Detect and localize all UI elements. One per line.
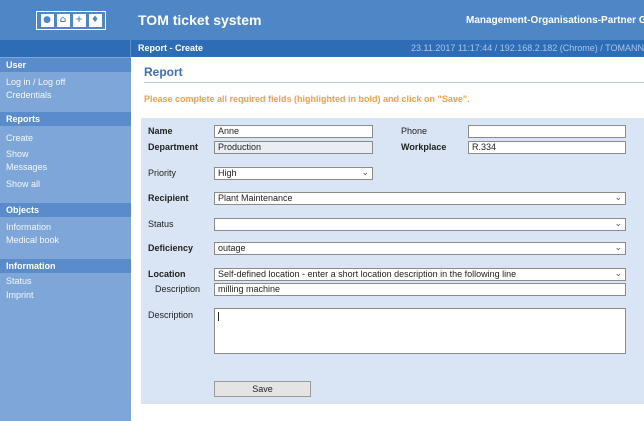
- required-fields-hint: Please complete all required fields (hig…: [144, 94, 470, 104]
- app-window: ● ⌂ + ♦ TOM ticket system Management-Org…: [0, 0, 644, 421]
- sub-bar: Report - Create 23.11.2017 11:17:44 / 19…: [0, 40, 644, 57]
- sidebar: User Log in / Log off Credentials Report…: [0, 57, 131, 421]
- sidebar-item-medical-book[interactable]: Medical book: [6, 235, 59, 245]
- app-title: TOM ticket system: [138, 12, 262, 28]
- location-value: Self-defined location - enter a short lo…: [218, 269, 517, 279]
- sidebar-item-messages[interactable]: Messages: [6, 162, 47, 172]
- page-title: Report: [144, 65, 183, 79]
- chevron-down-icon: ⌄: [614, 269, 622, 279]
- sidebar-item-credentials[interactable]: Credentials: [6, 90, 52, 100]
- department-label: Department: [148, 142, 199, 152]
- header-bar: ● ⌂ + ♦ TOM ticket system Management-Org…: [0, 0, 644, 40]
- status-label: Status: [148, 219, 174, 229]
- priority-select[interactable]: High ⌄: [214, 167, 373, 180]
- priority-label: Priority: [148, 168, 177, 178]
- lightbulb-icon[interactable]: ♦: [88, 14, 102, 27]
- location-description-field[interactable]: milling machine: [214, 283, 626, 296]
- deficiency-value: outage: [218, 243, 246, 253]
- status-select[interactable]: ⌄: [214, 218, 626, 231]
- sidebar-item-create[interactable]: Create: [6, 133, 33, 143]
- workplace-field[interactable]: R.334: [468, 141, 626, 154]
- priority-value: High: [218, 168, 237, 178]
- breadcrumb: Report - Create: [138, 43, 204, 53]
- plus-icon[interactable]: +: [72, 14, 86, 27]
- sidebar-item-show[interactable]: Show: [6, 149, 29, 159]
- name-field[interactable]: Anne: [214, 125, 373, 138]
- location-select[interactable]: Self-defined location - enter a short lo…: [214, 268, 626, 281]
- deficiency-label: Deficiency: [148, 243, 194, 253]
- location-description-label: Description: [155, 284, 201, 294]
- location-label: Location: [148, 269, 186, 279]
- report-form: [141, 118, 644, 404]
- sidebar-item-show-all[interactable]: Show all: [6, 179, 40, 189]
- phone-label: Phone: [401, 126, 428, 136]
- sidebar-item-imprint[interactable]: Imprint: [6, 290, 34, 300]
- recipient-select[interactable]: Plant Maintenance ⌄: [214, 192, 626, 205]
- sidebar-item-login[interactable]: Log in / Log off: [6, 77, 65, 87]
- chevron-down-icon: ⌄: [614, 193, 622, 203]
- description-label: Description: [148, 310, 194, 320]
- recipient-value: Plant Maintenance: [218, 193, 293, 203]
- sidebar-item-status[interactable]: Status: [6, 276, 32, 286]
- recipient-label: Recipient: [148, 193, 189, 203]
- session-info: 23.11.2017 11:17:44 / 192.168.2.182 (Chr…: [411, 43, 644, 53]
- chevron-down-icon: ⌄: [614, 243, 622, 253]
- department-field[interactable]: Production: [214, 141, 373, 154]
- text-caret: [218, 312, 219, 321]
- save-button[interactable]: Save: [214, 381, 311, 397]
- sub-bar-left: [0, 40, 131, 57]
- sidebar-item-information[interactable]: Information: [6, 222, 51, 232]
- company-name: Management-Organisations-Partner GmbH: [466, 15, 644, 26]
- workplace-label: Workplace: [401, 142, 447, 152]
- description-textarea[interactable]: [214, 308, 626, 354]
- title-divider: [144, 82, 644, 83]
- home-icon[interactable]: ⌂: [56, 14, 70, 27]
- phone-field[interactable]: [468, 125, 626, 138]
- main-content: Report Please complete all required fiel…: [131, 57, 644, 421]
- chevron-down-icon: ⌄: [614, 219, 622, 229]
- sidebar-section-user: User: [0, 58, 131, 72]
- name-label: Name: [148, 126, 173, 136]
- chevron-down-icon: ⌄: [361, 168, 369, 178]
- deficiency-select[interactable]: outage ⌄: [214, 242, 626, 255]
- logo[interactable]: ● ⌂ + ♦: [36, 11, 106, 30]
- sidebar-section-information: Information: [0, 259, 131, 273]
- sidebar-section-reports: Reports: [0, 112, 131, 126]
- circle-icon[interactable]: ●: [40, 14, 54, 27]
- sidebar-section-objects: Objects: [0, 203, 131, 217]
